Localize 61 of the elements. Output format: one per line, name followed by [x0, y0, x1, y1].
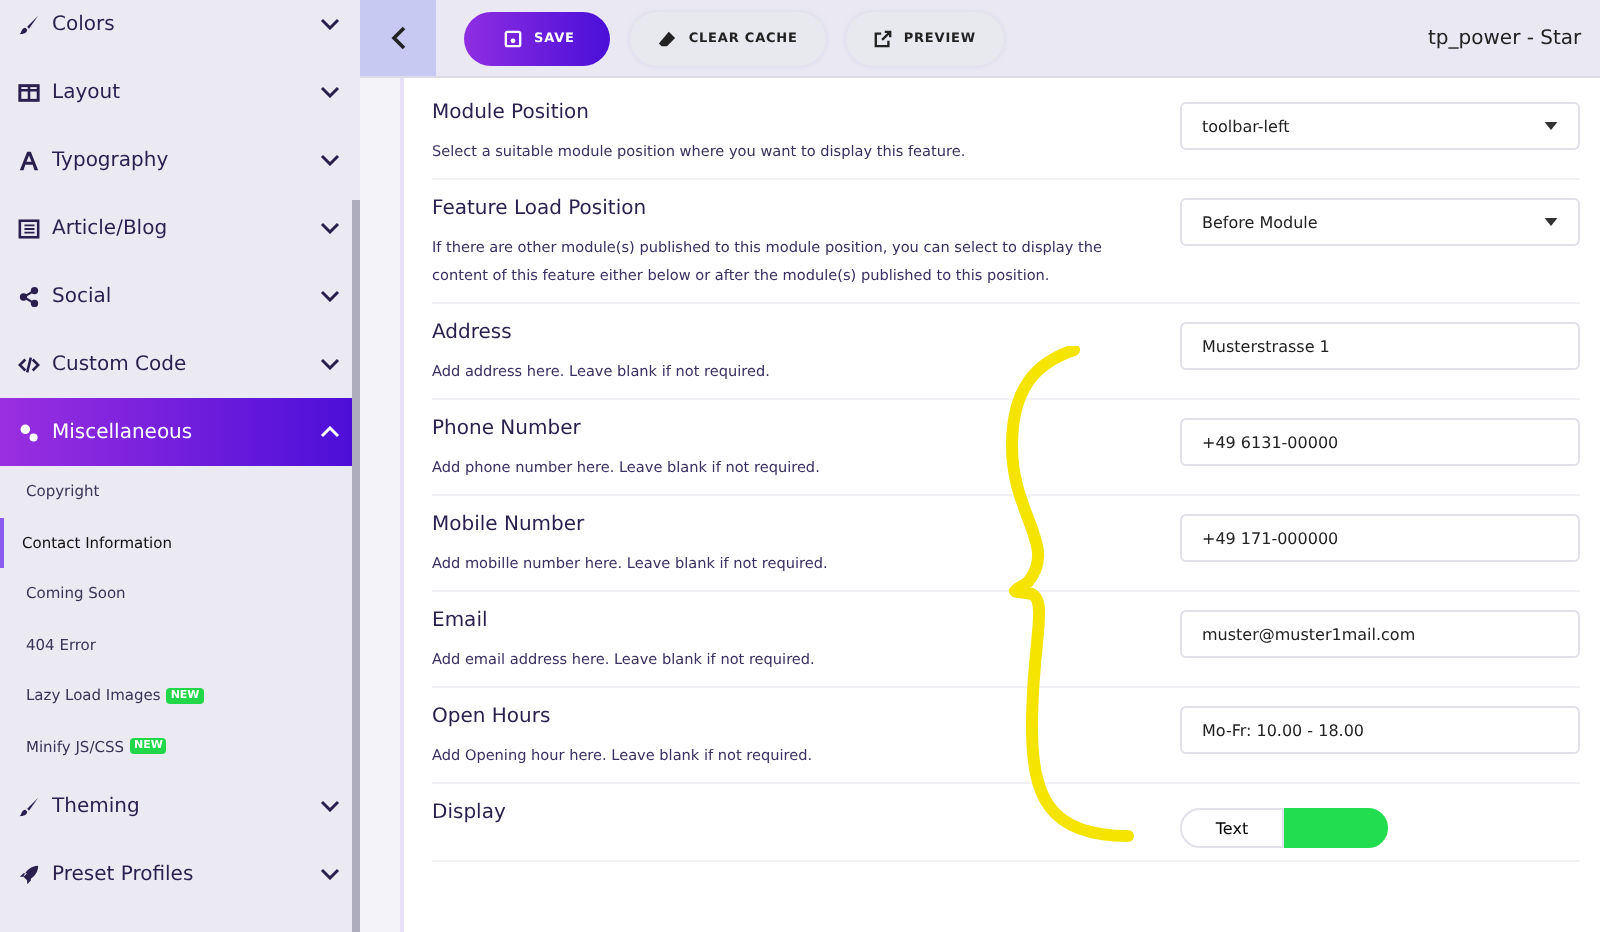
- section-label: Layout: [52, 81, 122, 103]
- section-icon: [18, 353, 40, 375]
- chevron-icon: [320, 868, 340, 880]
- sidebar-item[interactable]: Social: [0, 262, 360, 330]
- section-icon: [18, 795, 40, 817]
- section-icon: [18, 81, 40, 103]
- sidebar-item[interactable]: Layout: [0, 58, 360, 126]
- section-label: Social: [52, 285, 114, 307]
- setting-label: Mobile Number: [432, 514, 587, 536]
- setting-label: Email: [432, 610, 490, 632]
- setting-label: Address: [432, 322, 514, 344]
- section-icon: [18, 421, 40, 443]
- section-label: Typography: [52, 149, 171, 171]
- section-label: Custom Code: [52, 353, 189, 375]
- select-field[interactable]: toolbar-left: [1180, 102, 1580, 150]
- section-label: Colors: [52, 13, 117, 35]
- site-title: tp_power - Star: [1428, 27, 1584, 49]
- chevron-icon: [320, 18, 340, 30]
- chevron-icon: [320, 222, 340, 234]
- toggle-option[interactable]: Text: [1180, 808, 1284, 848]
- sidebar-item[interactable]: Article/Blog: [0, 194, 360, 262]
- toggle-option[interactable]: [1284, 808, 1388, 848]
- sidebar-item[interactable]: Custom Code: [0, 330, 360, 398]
- input-field[interactable]: Musterstrasse 1: [1180, 322, 1580, 370]
- sidebar-item[interactable]: Preset Profiles: [0, 840, 360, 908]
- sidebar-item[interactable]: Typography: [0, 126, 360, 194]
- input-field[interactable]: Mo-Fr: 10.00 - 18.00: [1180, 706, 1580, 754]
- dropdown-caret-icon: [1544, 122, 1558, 130]
- button-icon: [873, 29, 892, 47]
- back-button[interactable]: [360, 0, 436, 76]
- section-label: Preset Profiles: [52, 863, 196, 885]
- input-field[interactable]: muster@muster1mail.com: [1180, 610, 1580, 658]
- button-icon: [658, 29, 677, 47]
- setting-label: Feature Load Position: [432, 198, 649, 220]
- button-icon: [504, 29, 522, 47]
- section-icon: [18, 863, 40, 885]
- chevron-icon: [320, 290, 340, 302]
- scrollbar[interactable]: [352, 200, 360, 932]
- section-label: Theming: [52, 795, 142, 817]
- input-field[interactable]: +49 171-000000: [1180, 514, 1580, 562]
- select-field[interactable]: Before Module: [1180, 198, 1580, 246]
- section-label: Article/Blog: [52, 217, 170, 239]
- section-icon: [18, 285, 40, 307]
- setting-label: Phone Number: [432, 418, 583, 440]
- setting-label: Open Hours: [432, 706, 553, 728]
- dropdown-caret-icon: [1544, 218, 1558, 226]
- chevron-icon: [320, 154, 340, 166]
- input-field[interactable]: +49 6131-00000: [1180, 418, 1580, 466]
- sidebar-item[interactable]: Theming: [0, 772, 360, 840]
- chevron-icon: [320, 358, 340, 370]
- section-label: Miscellaneous: [52, 421, 195, 443]
- setting-label: Module Position: [432, 102, 591, 124]
- back-icon: [390, 26, 406, 50]
- chevron-icon: [320, 800, 340, 812]
- section-icon: [18, 149, 40, 171]
- chevron-icon: [320, 86, 340, 98]
- section-icon: [18, 217, 40, 239]
- sidebar-item[interactable]: Colors: [0, 0, 360, 58]
- section-icon: [18, 13, 40, 35]
- setting-label: Display: [432, 802, 508, 824]
- chevron-icon: [320, 426, 340, 438]
